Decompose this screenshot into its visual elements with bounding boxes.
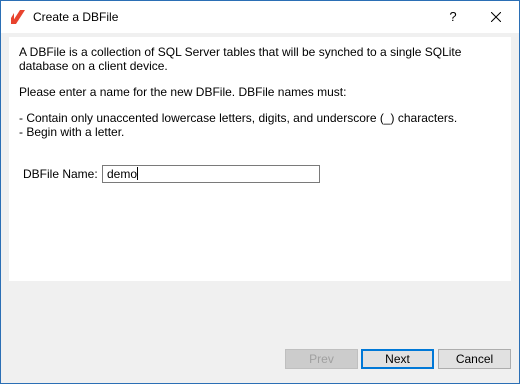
dbfile-name-value: demo — [107, 167, 138, 181]
instructions-text: Please enter a name for the new DBFile. … — [19, 85, 347, 99]
app-logo-icon — [11, 10, 25, 24]
window-title: Create a DBFile — [33, 10, 119, 24]
content-panel: A DBFile is a collection of SQL Server t… — [9, 37, 511, 281]
close-icon — [491, 12, 501, 22]
dbfile-name-input[interactable]: demo — [102, 165, 320, 183]
rule-begin-letter-text: - Begin with a letter. — [19, 125, 125, 139]
cancel-button[interactable]: Cancel — [438, 349, 511, 369]
text-cursor — [137, 167, 139, 180]
title-bar[interactable]: Create a DBFile ? — [1, 1, 519, 33]
dialog-window: Create a DBFile ? A DBFile is a collecti… — [0, 0, 520, 384]
help-button[interactable]: ? — [433, 1, 473, 33]
close-button[interactable] — [473, 1, 519, 33]
description-text: A DBFile is a collection of SQL Server t… — [19, 45, 462, 73]
prev-button[interactable]: Prev — [285, 349, 358, 369]
rule-lowercase-text: - Contain only unaccented lowercase lett… — [19, 111, 458, 125]
dbfile-name-label: DBFile Name: — [23, 167, 98, 181]
next-button[interactable]: Next — [361, 349, 434, 369]
